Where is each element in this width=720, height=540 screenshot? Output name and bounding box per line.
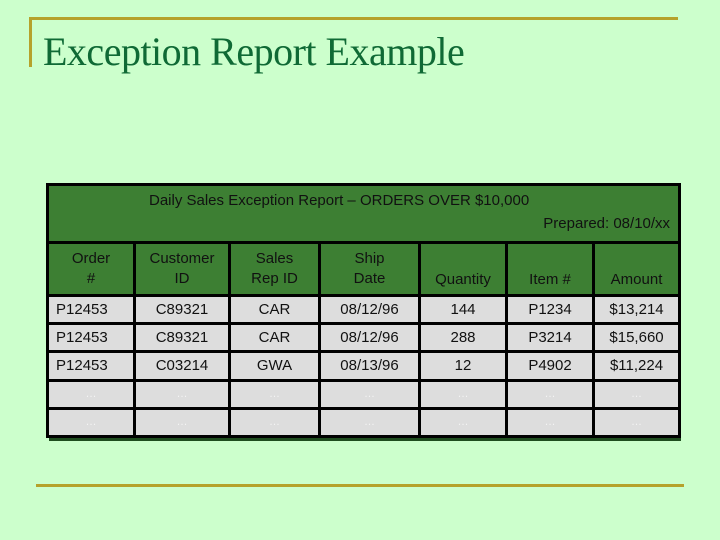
column-header-line2: Item #	[529, 270, 571, 288]
column-header-row: Order # Customer ID Sales Rep ID Ship Date Quant…	[46, 240, 682, 297]
cell-sales-rep-id: GWA	[228, 350, 321, 382]
cell-order-number: P12453	[46, 350, 136, 382]
column-header-line2: Quantity	[435, 270, 491, 288]
column-header-customer-id: Customer ID	[133, 240, 231, 297]
banner-cell: Daily Sales Exception Report – ORDERS OV…	[45, 183, 682, 244]
cell-amount: …	[591, 378, 682, 410]
cell-ship-date: …	[318, 378, 421, 410]
cell-ship-date: …	[318, 406, 421, 439]
cell-amount: $15,660	[591, 322, 682, 354]
cell-order-number: P12453	[46, 293, 136, 326]
cell-quantity: 288	[418, 322, 508, 354]
column-header-line1: Order	[71, 249, 111, 267]
column-header-line2: #	[86, 269, 96, 287]
report-banner: Daily Sales Exception Report – ORDERS OV…	[45, 183, 682, 244]
cell-customer-id: …	[133, 406, 231, 439]
cell-order-number: P12453	[46, 322, 136, 354]
table-row: P12453 C89321 CAR 08/12/96 288 P3214 $15,660	[46, 322, 682, 354]
column-header-line2: Rep ID	[251, 269, 298, 287]
cell-quantity: 12	[418, 350, 508, 382]
column-header-line1: Customer	[149, 249, 215, 267]
cell-order-number: …	[46, 406, 136, 439]
table-row: …………………	[46, 378, 682, 410]
cell-item-number: …	[505, 406, 595, 439]
cell-amount: $11,224	[591, 350, 682, 382]
cell-item-number: P3214	[505, 322, 595, 354]
column-header-ship-date: Ship Date	[318, 240, 421, 297]
column-header-quantity: Quantity	[418, 240, 508, 297]
left-rule	[29, 17, 32, 67]
cell-quantity: …	[418, 378, 508, 410]
bottom-rule	[36, 484, 684, 487]
cell-sales-rep-id: CAR	[228, 322, 321, 354]
report-title: Daily Sales Exception Report – ORDERS OV…	[149, 192, 530, 209]
column-header-line2: ID	[174, 269, 190, 287]
exception-report-table: Daily Sales Exception Report – ORDERS OV…	[45, 183, 682, 439]
cell-quantity: 144	[418, 293, 508, 326]
cell-order-number: …	[46, 378, 136, 410]
cell-quantity: …	[418, 406, 508, 439]
cell-item-number: …	[505, 378, 595, 410]
top-rule	[29, 17, 678, 20]
cell-ship-date: 08/12/96	[318, 293, 421, 326]
table-row: P12453 C03214 GWA 08/13/96 12 P4902 $11,224	[46, 350, 682, 382]
cell-amount: …	[591, 406, 682, 439]
cell-customer-id: C89321	[133, 293, 231, 326]
cell-sales-rep-id: CAR	[228, 293, 321, 326]
slide-title: Exception Report Example	[43, 29, 465, 74]
cell-customer-id: C89321	[133, 322, 231, 354]
column-header-item-number: Item #	[505, 240, 595, 297]
prepared-date: Prepared: 08/10/xx	[543, 215, 671, 232]
column-header-amount: Amount	[591, 240, 682, 297]
table-row: P12453 C89321 CAR 08/12/96 144 P1234 $13,214	[46, 293, 682, 326]
column-header-line1: Sales	[255, 249, 294, 267]
cell-amount: $13,214	[591, 293, 682, 326]
column-header-line2: Amount	[610, 270, 663, 288]
table-row: …………………	[46, 406, 682, 439]
column-header-sales-rep-id: Sales Rep ID	[228, 240, 321, 297]
column-header-line2: Date	[353, 269, 386, 287]
cell-sales-rep-id: …	[228, 406, 321, 439]
cell-ship-date: 08/12/96	[318, 322, 421, 354]
cell-sales-rep-id: …	[228, 378, 321, 410]
cell-customer-id: …	[133, 378, 231, 410]
cell-customer-id: C03214	[133, 350, 231, 382]
cell-item-number: P4902	[505, 350, 595, 382]
column-header-line1: Ship	[354, 249, 385, 267]
cell-item-number: P1234	[505, 293, 595, 326]
cell-ship-date: 08/13/96	[318, 350, 421, 382]
column-header-order-number: Order #	[46, 240, 136, 297]
